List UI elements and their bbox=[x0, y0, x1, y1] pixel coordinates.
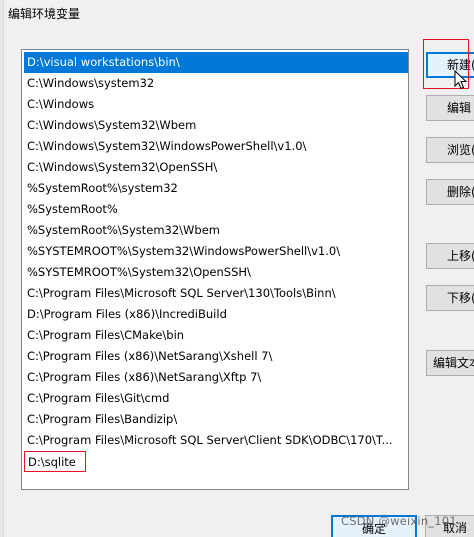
list-item[interactable]: %SYSTEMROOT%\System32\WindowsPowerShell\… bbox=[24, 241, 408, 262]
edit-env-var-dialog: 编辑环境变量 D:\visual workstations\bin\ C:\Wi… bbox=[0, 0, 474, 537]
list-item[interactable]: D:\Program Files (x86)\IncrediBuild bbox=[24, 304, 408, 325]
delete-button[interactable]: 删除( bbox=[426, 179, 474, 205]
list-item[interactable]: C:\Windows\system32 bbox=[24, 73, 408, 94]
list-item[interactable]: %SYSTEMROOT%\System32\OpenSSH\ bbox=[24, 262, 408, 283]
list-item-editing[interactable]: D:\sqlite bbox=[24, 451, 86, 472]
list-item[interactable]: C:\Program Files\Bandizip\ bbox=[24, 409, 408, 430]
list-item[interactable]: C:\Program Files (x86)\NetSarang\Xshell … bbox=[24, 346, 408, 367]
list-item[interactable]: %SystemRoot%\System32\Wbem bbox=[24, 220, 408, 241]
move-up-button[interactable]: 上移( bbox=[426, 243, 474, 269]
watermark: CSDN @weixin_101 bbox=[341, 514, 457, 528]
dialog-title: 编辑环境变量 bbox=[8, 7, 81, 21]
list-item[interactable]: C:\Windows\System32\OpenSSH\ bbox=[24, 157, 408, 178]
list-item[interactable]: %SystemRoot% bbox=[24, 199, 408, 220]
move-down-button[interactable]: 下移( bbox=[426, 285, 474, 311]
list-item[interactable]: C:\Program Files\Git\cmd bbox=[24, 388, 408, 409]
list-item[interactable]: %SystemRoot%\system32 bbox=[24, 178, 408, 199]
edit-text-button[interactable]: 编辑文本 bbox=[426, 350, 474, 376]
list-item[interactable]: C:\Windows\System32\Wbem bbox=[24, 115, 408, 136]
window-edge bbox=[0, 0, 4, 537]
list-item[interactable]: C:\Program Files\Microsoft SQL Server\Cl… bbox=[24, 430, 408, 451]
edit-button[interactable]: 编辑 bbox=[426, 95, 474, 121]
path-listbox[interactable]: D:\visual workstations\bin\ C:\Windows\s… bbox=[21, 49, 409, 490]
list-item[interactable]: C:\Program Files\Microsoft SQL Server\13… bbox=[24, 283, 408, 304]
list-item[interactable]: C:\Program Files\CMake\bin bbox=[24, 325, 408, 346]
browse-button[interactable]: 浏览( bbox=[426, 137, 474, 163]
list-item[interactable]: C:\Windows\System32\WindowsPowerShell\v1… bbox=[24, 136, 408, 157]
list-item[interactable]: C:\Program Files (x86)\NetSarang\Xftp 7\ bbox=[24, 367, 408, 388]
list-item[interactable]: D:\visual workstations\bin\ bbox=[24, 52, 408, 73]
mouse-cursor-icon bbox=[454, 70, 468, 90]
list-item[interactable]: C:\Windows bbox=[24, 94, 408, 115]
